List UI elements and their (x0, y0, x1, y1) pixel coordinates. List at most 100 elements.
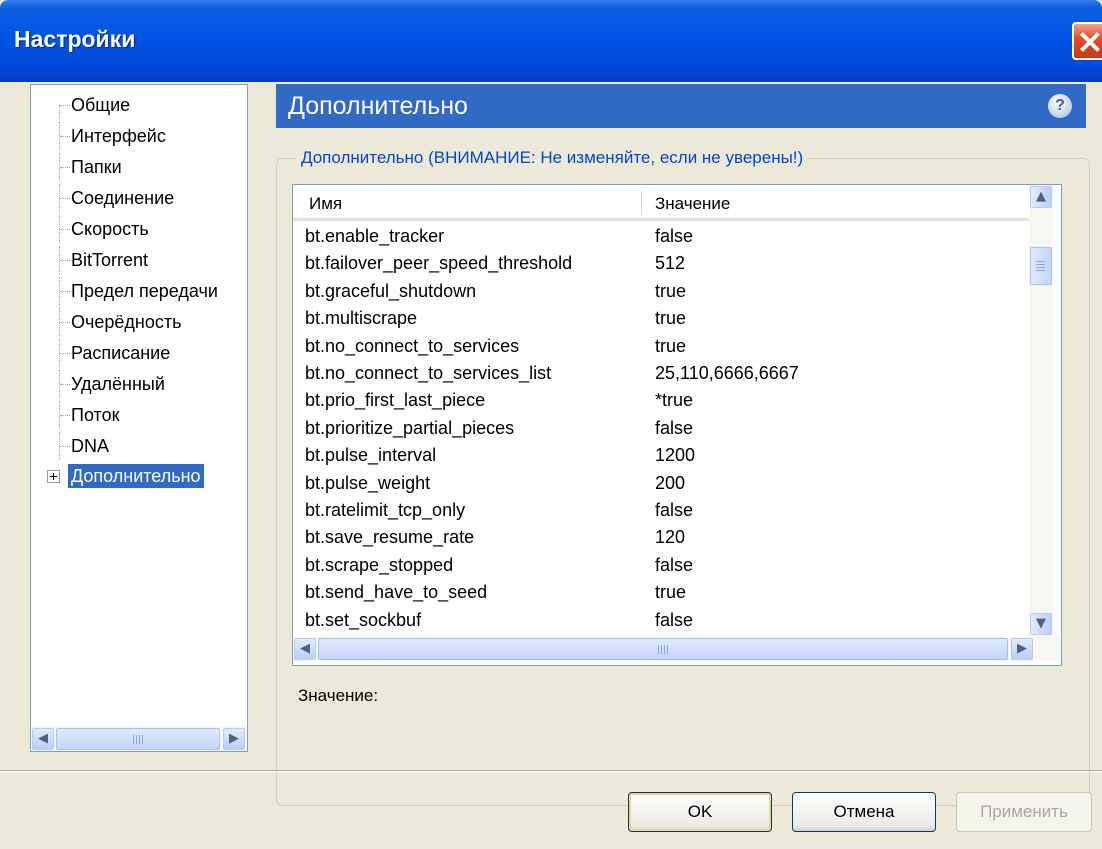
setting-value: true (655, 582, 687, 603)
sidebar-item[interactable]: Очерёдность (31, 308, 247, 336)
panel-title: Дополнительно (288, 92, 468, 120)
setting-name: bt.graceful_shutdown (305, 280, 477, 301)
setting-value: true (655, 335, 687, 356)
scroll-thumb[interactable] (56, 728, 220, 750)
list-row[interactable]: bt.pulse_weight 200 (293, 470, 1029, 497)
settings-list[interactable]: Имя Значение bt.enable_tracker false bt.fa… (292, 184, 1062, 666)
sidebar-item[interactable]: Интерфейс (31, 122, 247, 150)
sidebar-item[interactable]: Удалённый (31, 370, 247, 398)
column-header-name[interactable]: Имя (309, 194, 342, 214)
list-row[interactable]: bt.failover_peer_speed_threshold 512 (293, 250, 1029, 277)
setting-name: bt.pulse_weight (305, 472, 431, 493)
tree-connector (60, 105, 70, 106)
scroll-down-button[interactable]: ▼ (1030, 613, 1052, 635)
scroll-right-button[interactable]: ▶ (223, 728, 245, 750)
sidebar-item-label: Предел передачи (71, 281, 218, 301)
scroll-thumb[interactable] (1030, 247, 1052, 285)
setting-value: false (655, 609, 694, 630)
setting-name: bt.send_have_to_seed (305, 582, 488, 603)
column-divider[interactable] (641, 191, 642, 215)
sidebar-item-label: Интерфейс (71, 126, 166, 146)
setting-name: bt.enable_tracker (305, 226, 445, 246)
apply-button[interactable]: Применить (956, 792, 1092, 832)
sidebar-item-label: DNA (71, 436, 110, 456)
value-label: Значение: (298, 686, 379, 705)
scroll-left-button[interactable]: ◀ (32, 728, 54, 750)
sidebar-item-label: Соединение (71, 188, 175, 208)
tree-connector (60, 260, 70, 261)
sidebar-item[interactable]: Папки (31, 153, 247, 181)
sidebar-item-label: BitTorrent (71, 250, 149, 270)
close-button[interactable] (1072, 22, 1102, 60)
setting-name: bt.scrape_stopped (305, 554, 454, 575)
tree-connector (60, 384, 70, 385)
list-row[interactable]: bt.set_sockbuf false (293, 607, 1029, 634)
list-row[interactable]: bt.no_connect_to_services_list 25,110,666… (293, 360, 1029, 387)
ok-button[interactable]: OK (628, 792, 772, 832)
tree-connector (60, 446, 70, 447)
cancel-button[interactable]: Отмена (792, 792, 936, 832)
scroll-thumb[interactable] (318, 638, 1008, 660)
sidebar-item[interactable]: Общие (31, 91, 247, 119)
setting-name: bt.prio_first_last_piece (305, 390, 486, 411)
sidebar-item-label: Поток (71, 405, 120, 425)
setting-name: bt.ratelimit_tcp_only (305, 500, 466, 520)
group-title: Дополнительно (ВНИМАНИЕ: Не изменяйте, е… (296, 148, 809, 168)
sidebar-item-label: Удалённый (71, 374, 165, 394)
sidebar-item-label: Общие (71, 95, 131, 115)
setting-value: true (655, 308, 687, 329)
setting-name: bt.failover_peer_speed_threshold (305, 253, 573, 274)
list-row[interactable]: bt.send_have_to_seed true (293, 579, 1029, 606)
settings-window: Общие Интерфейс Папки Соединение Скорость Bit… (0, 82, 1102, 849)
sidebar-item[interactable]: Соединение (31, 184, 247, 212)
setting-value: false (655, 500, 694, 520)
list-row[interactable]: bt.prio_first_last_piece *true (293, 387, 1029, 414)
tree-horizontal-scrollbar[interactable]: ◀ ▶ (31, 727, 247, 751)
sidebar-item[interactable]: Дополнительно (31, 463, 247, 491)
sidebar-item[interactable]: BitTorrent (31, 246, 247, 274)
tree-connector (60, 136, 70, 137)
list-horizontal-scrollbar[interactable]: ◀ ▶ (293, 637, 1061, 661)
tree-connector (60, 415, 70, 416)
scroll-right-button[interactable]: ▶ (1011, 638, 1033, 660)
list-row[interactable]: bt.no_connect_to_services true (293, 333, 1029, 360)
setting-name: bt.pulse_interval (305, 445, 437, 466)
setting-name: bt.no_connect_to_services_list (305, 363, 552, 383)
setting-name: bt.multiscrape (305, 308, 418, 329)
scroll-left-button[interactable]: ◀ (294, 638, 316, 660)
tree-connector (59, 105, 60, 119)
sidebar-item[interactable]: Расписание (31, 339, 247, 367)
list-vertical-scrollbar[interactable]: ▲ ▼ (1029, 185, 1053, 637)
help-icon[interactable]: ? (1048, 94, 1072, 118)
column-header-value[interactable]: Значение (655, 194, 730, 214)
sidebar-item[interactable]: Скорость (31, 215, 247, 243)
setting-value: false (655, 554, 694, 575)
sidebar-item[interactable]: Поток (31, 401, 247, 429)
tree-connector (60, 167, 70, 168)
setting-name: bt.prioritize_partial_pieces (305, 417, 515, 438)
sidebar-item[interactable]: Предел передачи (31, 277, 247, 305)
setting-value: 1200 (655, 445, 696, 466)
tree-connector (60, 198, 70, 199)
list-row[interactable]: bt.graceful_shutdown true (293, 278, 1029, 305)
tree-connector (60, 291, 70, 292)
expand-icon[interactable] (47, 470, 60, 483)
list-row[interactable]: bt.pulse_interval 1200 (293, 442, 1029, 469)
list-row[interactable]: bt.enable_tracker false (293, 223, 1029, 250)
list-row[interactable]: bt.scrape_stopped false (293, 552, 1029, 579)
sidebar-item-label: Расписание (71, 343, 171, 363)
list-row[interactable]: bt.save_resume_rate 120 (293, 524, 1029, 551)
list-row[interactable]: bt.prioritize_partial_pieces false (293, 415, 1029, 442)
window-title: Настройки (14, 26, 136, 52)
setting-name: bt.no_connect_to_services (305, 335, 520, 356)
sidebar-item[interactable]: DNA (31, 432, 247, 460)
setting-value: 25,110,6666,6667 (655, 363, 799, 383)
setting-value: false (655, 417, 694, 438)
setting-name: bt.save_resume_rate (305, 527, 475, 548)
panel-header: Дополнительно ? (276, 84, 1086, 128)
setting-value: true (655, 280, 687, 301)
title-bar[interactable]: Настройки (0, 0, 1102, 82)
list-row[interactable]: bt.ratelimit_tcp_only false (293, 497, 1029, 524)
list-row[interactable]: bt.multiscrape true (293, 305, 1029, 332)
scroll-up-button[interactable]: ▲ (1030, 186, 1052, 208)
